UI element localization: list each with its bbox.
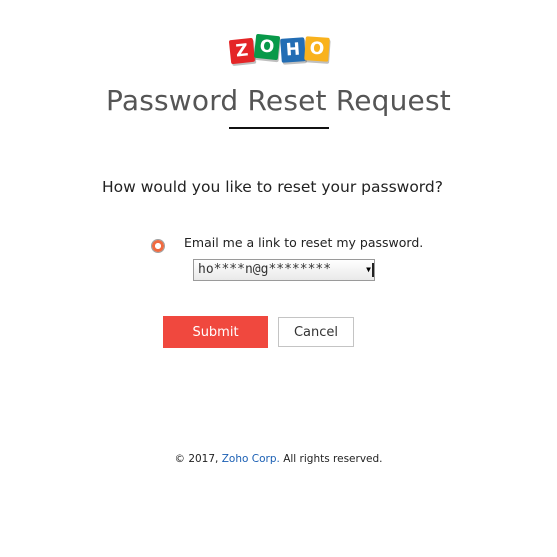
zoho-logo: Z O H O — [228, 33, 330, 66]
email-select[interactable]: ho****n@g******** ▼ — [193, 259, 375, 281]
page-title: Password Reset Request — [106, 84, 451, 117]
select-divider — [372, 263, 374, 277]
footer-prefix: © 2017, — [174, 453, 219, 465]
footer-suffix: All rights reserved. — [283, 453, 383, 465]
logo-letter: Z — [228, 37, 256, 65]
cancel-button[interactable]: Cancel — [278, 317, 354, 347]
chevron-down-icon: ▼ — [366, 265, 371, 274]
email-select-value: ho****n@g******** — [198, 262, 332, 277]
title-underline — [229, 127, 329, 129]
logo-letter: H — [280, 37, 306, 63]
reset-question: How would you like to reset your passwor… — [102, 178, 443, 196]
zoho-corp-link[interactable]: Zoho Corp. — [222, 453, 280, 465]
logo-letter: O — [304, 36, 330, 62]
submit-button[interactable]: Submit — [163, 316, 268, 348]
logo-letter: O — [253, 33, 281, 61]
email-link-option-label[interactable]: Email me a link to reset my password. — [184, 235, 423, 250]
reset-page: Z O H O Password Reset Request How would… — [0, 0, 557, 557]
footer-copyright: © 2017, Zoho Corp. All rights reserved. — [0, 453, 557, 465]
email-link-radio[interactable] — [151, 239, 165, 253]
